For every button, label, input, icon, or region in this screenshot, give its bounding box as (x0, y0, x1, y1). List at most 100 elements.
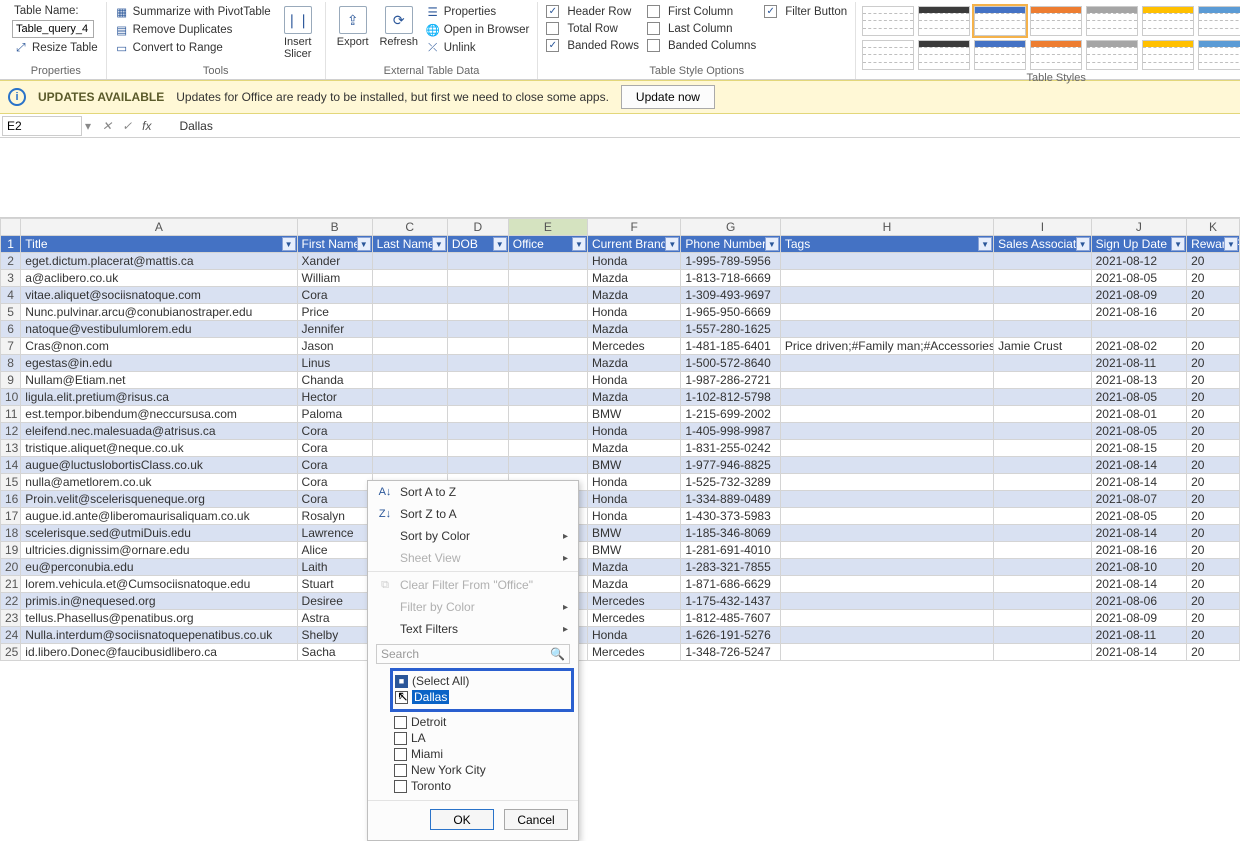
cell[interactable]: Honda (587, 253, 680, 270)
cell[interactable] (780, 610, 993, 627)
cell[interactable] (447, 355, 508, 372)
cell[interactable]: Jennifer (297, 321, 372, 338)
dropdown-icon[interactable]: ▾ (82, 119, 94, 133)
unlink-button[interactable]: ⤫Unlink (424, 40, 532, 56)
cell[interactable] (994, 321, 1091, 338)
cell[interactable]: scelerisque.sed@utmiDuis.edu (21, 525, 297, 542)
cell[interactable]: 20 (1187, 338, 1240, 355)
cell[interactable]: 20 (1187, 508, 1240, 525)
cell[interactable] (994, 406, 1091, 423)
cell[interactable] (994, 304, 1091, 321)
cell[interactable] (780, 559, 993, 576)
filter-dropdown-icon[interactable]: ▼ (1076, 237, 1090, 251)
cell[interactable]: 1-481-185-6401 (681, 338, 781, 355)
cell[interactable]: Linus (297, 355, 372, 372)
filter-dropdown-icon[interactable]: ▼ (1171, 237, 1185, 251)
cell[interactable] (994, 389, 1091, 406)
cell[interactable]: 1-977-946-8825 (681, 457, 781, 474)
row-header[interactable]: 2 (1, 253, 21, 270)
cell[interactable] (508, 406, 587, 423)
cell[interactable]: 1-871-686-6629 (681, 576, 781, 593)
cell[interactable]: Mazda (587, 270, 680, 287)
cell[interactable] (372, 389, 447, 406)
cell[interactable] (508, 253, 587, 270)
cell[interactable] (994, 593, 1091, 610)
cell[interactable] (508, 372, 587, 389)
cell[interactable] (447, 338, 508, 355)
select-all-corner[interactable] (1, 219, 21, 236)
cell[interactable]: Chanda (297, 372, 372, 389)
style-thumb[interactable] (974, 6, 1026, 36)
cell[interactable]: Stuart (297, 576, 372, 593)
col-header-H[interactable]: H (780, 219, 993, 236)
cell[interactable]: 20 (1187, 423, 1240, 440)
cell[interactable]: 1-965-950-6669 (681, 304, 781, 321)
table-header-cell[interactable]: Phone Number▼ (681, 236, 781, 253)
cell[interactable]: Nullam@Etiam.net (21, 372, 297, 389)
cell[interactable]: Honda (587, 508, 680, 525)
cell[interactable]: 1-500-572-8640 (681, 355, 781, 372)
cell[interactable] (508, 440, 587, 457)
style-thumb[interactable] (974, 40, 1026, 70)
cell[interactable]: 1-348-726-5247 (681, 644, 781, 661)
row-header[interactable]: 10 (1, 389, 21, 406)
row-header[interactable]: 12 (1, 423, 21, 440)
cell[interactable] (994, 627, 1091, 644)
cell[interactable]: Honda (587, 423, 680, 440)
cell[interactable]: est.tempor.bibendum@neccursusa.com (21, 406, 297, 423)
cell[interactable] (372, 423, 447, 440)
col-header-F[interactable]: F (587, 219, 680, 236)
cell[interactable]: 1-987-286-2721 (681, 372, 781, 389)
cell[interactable]: 2021-08-05 (1091, 270, 1186, 287)
cell[interactable] (994, 253, 1091, 270)
cell[interactable]: 2021-08-14 (1091, 457, 1186, 474)
insert-slicer-button[interactable]: ❘❘Insert Slicer (277, 4, 319, 60)
cell[interactable] (780, 423, 993, 440)
cell[interactable]: Mercedes (587, 338, 680, 355)
cell[interactable]: 20 (1187, 525, 1240, 542)
cell[interactable]: 1-430-373-5983 (681, 508, 781, 525)
cell[interactable]: 1-626-191-5276 (681, 627, 781, 644)
cell[interactable]: 2021-08-10 (1091, 559, 1186, 576)
cell[interactable]: Laith (297, 559, 372, 576)
cell[interactable]: eu@perconubia.edu (21, 559, 297, 576)
row-header[interactable]: 17 (1, 508, 21, 525)
row-header[interactable]: 5 (1, 304, 21, 321)
style-thumb[interactable] (1030, 6, 1082, 36)
cell[interactable] (994, 525, 1091, 542)
table-header-cell[interactable]: Office▼ (508, 236, 587, 253)
filter-item-miami[interactable]: Miami (394, 746, 570, 762)
cell[interactable]: 2021-08-01 (1091, 406, 1186, 423)
cell[interactable]: 2021-08-09 (1091, 610, 1186, 627)
cell[interactable]: 2021-08-11 (1091, 627, 1186, 644)
cell[interactable] (994, 576, 1091, 593)
cell[interactable]: Proin.velit@scelerisqueneque.org (21, 491, 297, 508)
cell[interactable] (1091, 321, 1186, 338)
cell[interactable] (447, 440, 508, 457)
summarize-pivot-button[interactable]: ▦Summarize with PivotTable (113, 4, 273, 20)
cell[interactable] (780, 355, 993, 372)
cell[interactable]: tristique.aliquet@neque.co.uk (21, 440, 297, 457)
style-thumb[interactable] (862, 40, 914, 70)
cell[interactable] (508, 457, 587, 474)
formula-value[interactable]: Dallas (159, 119, 212, 133)
cell[interactable]: 2021-08-11 (1091, 355, 1186, 372)
enter-icon[interactable]: ✓ (122, 119, 132, 133)
row-header[interactable]: 6 (1, 321, 21, 338)
cell[interactable]: Nunc.pulvinar.arcu@conubianostraper.edu (21, 304, 297, 321)
table-header-cell[interactable]: Sign Up Date▼ (1091, 236, 1186, 253)
cell[interactable] (780, 593, 993, 610)
styles-gallery[interactable] (862, 4, 1240, 70)
cell[interactable]: 20 (1187, 644, 1240, 661)
cell[interactable]: Sacha (297, 644, 372, 661)
cell[interactable]: primis.in@nequesed.org (21, 593, 297, 610)
col-header-J[interactable]: J (1091, 219, 1186, 236)
col-header-K[interactable]: K (1187, 219, 1240, 236)
select-all-item[interactable]: ■(Select All) (395, 673, 569, 689)
cell[interactable]: 2021-08-14 (1091, 644, 1186, 661)
cell[interactable]: Mercedes (587, 644, 680, 661)
filter-dropdown-icon[interactable]: ▼ (665, 237, 679, 251)
cell[interactable]: Honda (587, 474, 680, 491)
cell[interactable]: 1-812-485-7607 (681, 610, 781, 627)
cell[interactable]: Honda (587, 627, 680, 644)
